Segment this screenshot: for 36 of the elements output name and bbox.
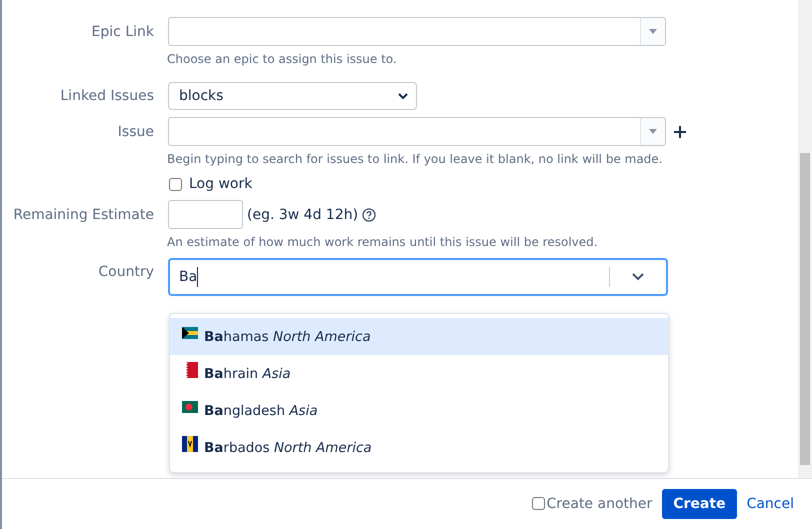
plus-icon[interactable] [674, 126, 686, 138]
epic-link-help: Choose an epic to assign this issue to. [167, 52, 398, 66]
issue-field[interactable] [168, 117, 666, 146]
country-option[interactable]: Bangladesh Asia [170, 392, 668, 429]
caret-icon [649, 129, 657, 134]
remaining-estimate-field[interactable] [168, 200, 243, 229]
country-option[interactable]: Bahamas North America [170, 318, 668, 355]
linked-issues-label: Linked Issues [59, 88, 154, 104]
estimate-format-hint: (eg. 3w 4d 12h) [247, 206, 358, 222]
help-icon[interactable] [362, 208, 376, 222]
scrollbar[interactable] [798, 0, 812, 478]
cancel-link[interactable]: Cancel [746, 496, 794, 512]
country-option[interactable]: Bahrain Asia [170, 355, 668, 392]
country-select-field[interactable]: Ba [168, 258, 668, 296]
remaining-estimate-label: Remaining Estimate [12, 206, 154, 222]
chevron-down-icon [398, 92, 408, 100]
epic-link-label: Epic Link [90, 24, 154, 40]
flag-icon [182, 436, 198, 452]
dropdown-trigger[interactable] [640, 18, 665, 45]
remaining-estimate-help: An estimate of how much work remains until this issue will be resolved. [167, 235, 599, 249]
log-work-label: Log work [189, 176, 252, 192]
issue-label: Issue [116, 124, 154, 140]
caret-icon [649, 29, 657, 34]
scrollbar-thumb[interactable] [800, 153, 810, 465]
flag-icon [182, 398, 198, 414]
flag-icon [182, 324, 198, 340]
create-button[interactable]: Create [662, 488, 737, 518]
log-work-checkbox[interactable] [169, 178, 182, 190]
create-another-checkbox[interactable] [532, 497, 545, 510]
create-another-label: Create another [546, 496, 652, 512]
issue-help: Begin typing to search for issues to link. If you leave it blank, no link will be made. [167, 152, 664, 166]
country-option[interactable]: Barbados North America [170, 429, 668, 466]
epic-link-field[interactable] [168, 17, 666, 46]
linked-issues-select[interactable]: blocks [168, 82, 417, 110]
dropdown-trigger[interactable] [640, 118, 665, 145]
country-label: Country [97, 264, 154, 280]
